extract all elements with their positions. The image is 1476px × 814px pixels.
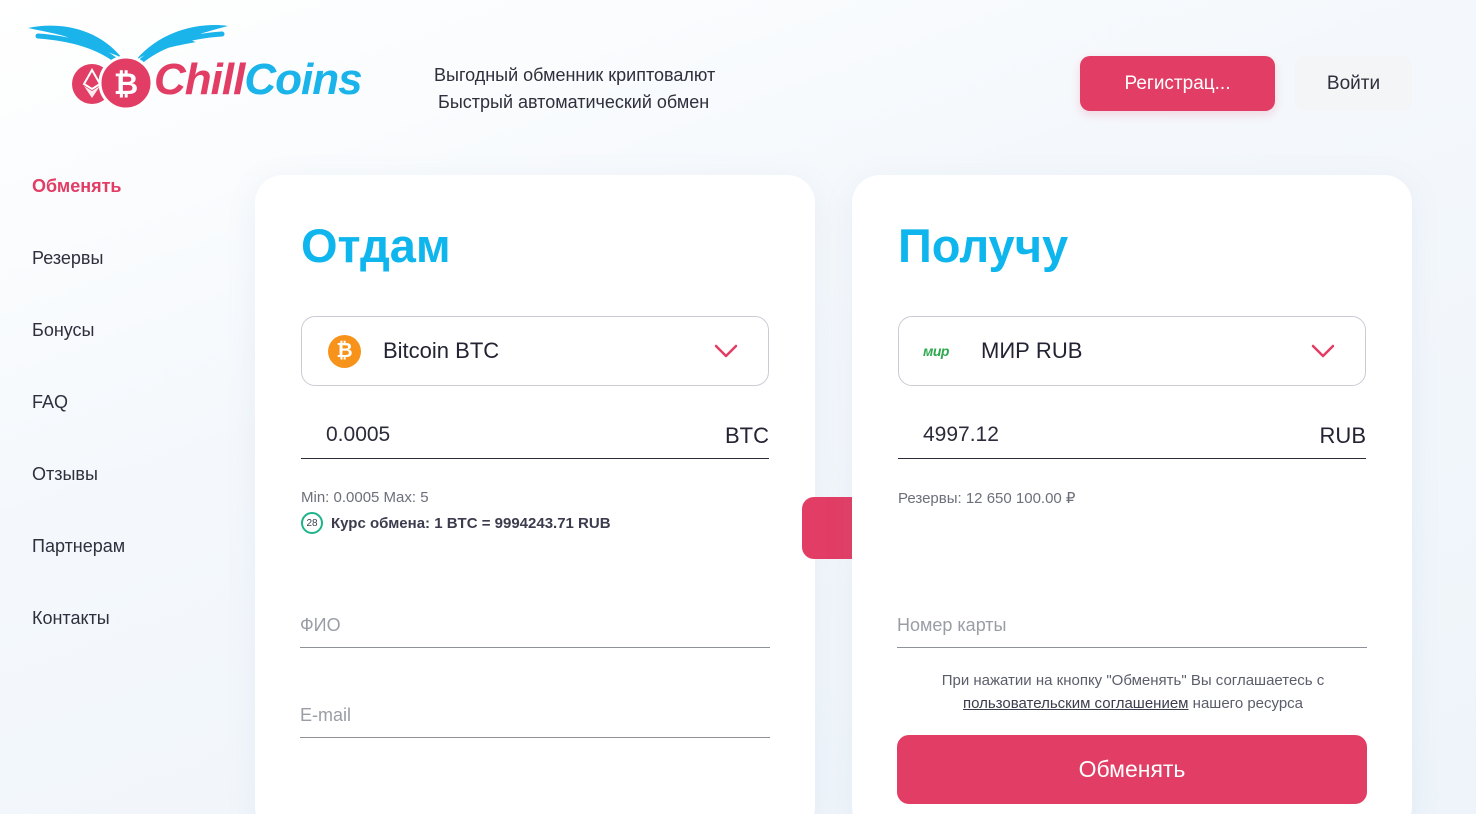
login-button[interactable]: Войти	[1295, 56, 1412, 111]
logo-text: ChillCoins	[154, 55, 363, 104]
get-title: Получу	[898, 219, 1069, 272]
chevron-down-icon	[714, 344, 738, 358]
sidebar-item-partners[interactable]: Партнерам	[32, 534, 125, 606]
rate-timer-icon: 28	[301, 512, 323, 534]
card-number-field[interactable]	[897, 604, 1367, 648]
get-currency-select[interactable]: мир МИР RUB	[898, 316, 1366, 386]
get-amount-unit: RUB	[1319, 423, 1366, 448]
exchange-rate-text: Курс обмена: 1 BTC = 9994243.71 RUB	[331, 514, 611, 532]
sidebar-item-exchange[interactable]: Обменять	[32, 174, 125, 246]
give-limits: Min: 0.0005 Max: 5	[301, 489, 429, 506]
agreement-text: При нажатии на кнопку "Обменять" Вы согл…	[941, 672, 1325, 689]
give-currency-label: Bitcoin BTC	[383, 338, 500, 363]
get-amount-row: RUB	[898, 415, 1366, 459]
mir-icon: мир	[923, 343, 949, 359]
svg-text:₿: ₿	[114, 68, 138, 101]
tagline-line-1: Выгодный обменник криптовалют	[434, 65, 716, 85]
give-amount-row: BTC	[301, 415, 769, 459]
sidebar-nav: Обменять Резервы Бонусы FAQ Отзывы Партн…	[32, 174, 125, 678]
register-button[interactable]: Регистрац...	[1080, 56, 1275, 111]
bitcoin-icon: ₿	[328, 334, 361, 368]
give-title: Отдам	[301, 219, 451, 272]
email-field[interactable]	[300, 694, 770, 738]
fio-field[interactable]	[300, 604, 770, 648]
exchange-submit-button[interactable]: Обменять	[897, 735, 1367, 804]
sidebar-item-bonuses[interactable]: Бонусы	[32, 318, 125, 390]
sidebar-item-contacts[interactable]: Контакты	[32, 606, 125, 678]
agreement-tail: нашего ресурса	[1192, 695, 1304, 712]
give-card: Отдам ₿ Bitcoin BTC BTC Min: 0.0005 Max:…	[255, 175, 815, 814]
get-reserves: Резервы: 12 650 100.00 ₽	[898, 490, 1076, 507]
chevron-down-icon	[1311, 344, 1335, 358]
get-card: Получу мир МИР RUB RUB Резервы: 12 650 1…	[852, 175, 1412, 814]
logo[interactable]: ₿ ChillCoins	[26, 20, 386, 112]
sidebar-item-reviews[interactable]: Отзывы	[32, 462, 125, 534]
sidebar-item-faq[interactable]: FAQ	[32, 390, 125, 462]
sidebar-item-reserves[interactable]: Резервы	[32, 246, 125, 318]
tagline-line-2: Быстрый автоматический обмен	[438, 92, 710, 112]
get-amount-input[interactable]	[898, 415, 1320, 447]
give-currency-select[interactable]: ₿ Bitcoin BTC	[301, 316, 769, 386]
exchange-rate: 28 Курс обмена: 1 BTC = 9994243.71 RUB	[301, 512, 611, 534]
tagline: Выгодный обменник криптовалют Быстрый ав…	[434, 62, 715, 116]
user-agreement-link[interactable]: пользовательским соглашением	[963, 695, 1189, 712]
agreement-notice: При нажатии на кнопку "Обменять" Вы согл…	[898, 669, 1368, 715]
give-amount-input[interactable]	[301, 415, 725, 447]
coins-icon: ₿	[72, 56, 154, 111]
get-currency-label: МИР RUB	[981, 338, 1083, 363]
give-amount-unit: BTC	[725, 423, 769, 448]
